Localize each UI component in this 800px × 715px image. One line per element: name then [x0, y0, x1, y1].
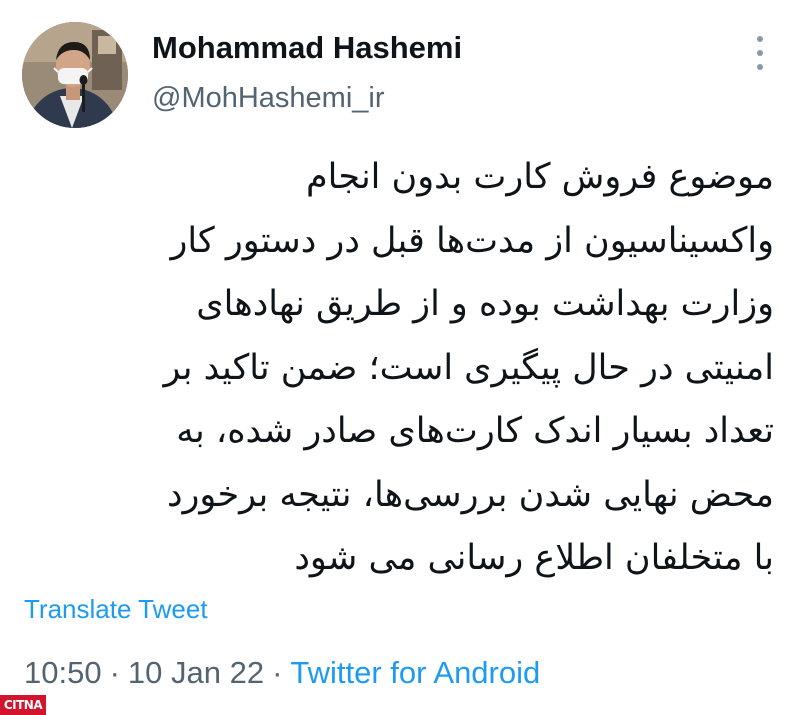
author-handle[interactable]: @MohHashemi_ir: [152, 82, 385, 115]
meta-separator: ·: [109, 655, 120, 690]
tweet-meta: 10:50 · 10 Jan 22 · Twitter for Android: [24, 655, 540, 691]
tweet-text-line: با متخلفان اطلاع رسانی می شود: [294, 538, 774, 578]
citna-watermark-logo: CITNA: [0, 695, 46, 715]
tweet-source-link[interactable]: Twitter for Android: [290, 655, 540, 690]
more-dot: [757, 50, 763, 56]
author-avatar[interactable]: [22, 22, 128, 128]
translate-tweet-link[interactable]: Translate Tweet: [24, 594, 208, 625]
tweet-text-line: تعداد بسیار اندک کارت‌های صادر شده، به: [176, 411, 774, 451]
more-dot: [757, 64, 763, 70]
more-vertical-icon[interactable]: [748, 36, 772, 70]
tweet-time[interactable]: 10:50: [24, 655, 102, 690]
tweet-date[interactable]: 10 Jan 22: [128, 655, 264, 690]
author-display-name[interactable]: Mohammad Hashemi: [152, 30, 462, 66]
tweet-text-line: موضوع فروش کارت بدون انجام: [306, 157, 774, 197]
tweet-text-line: واکسیناسیون از مدت‌ها قبل در دستور کار: [170, 220, 774, 261]
tweet-card: Mohammad Hashemi @MohHashemi_ir موضوع فر…: [0, 0, 800, 715]
meta-separator: ·: [272, 655, 283, 690]
tweet-text: موضوع فروش کارت بدون انجام واکسیناسیون ا…: [22, 146, 774, 591]
tweet-text-line: وزارت بهداشت بوده و از طریق نهادهای: [196, 284, 774, 324]
more-dot: [757, 36, 763, 42]
tweet-text-line: محض نهایی شدن بررسی‌ها، نتیجه برخورد: [166, 474, 774, 515]
profile-photo-icon: [22, 22, 128, 128]
tweet-text-line: امنیتی در حال پیگیری است؛ ضمن تاکید بر: [163, 347, 774, 388]
